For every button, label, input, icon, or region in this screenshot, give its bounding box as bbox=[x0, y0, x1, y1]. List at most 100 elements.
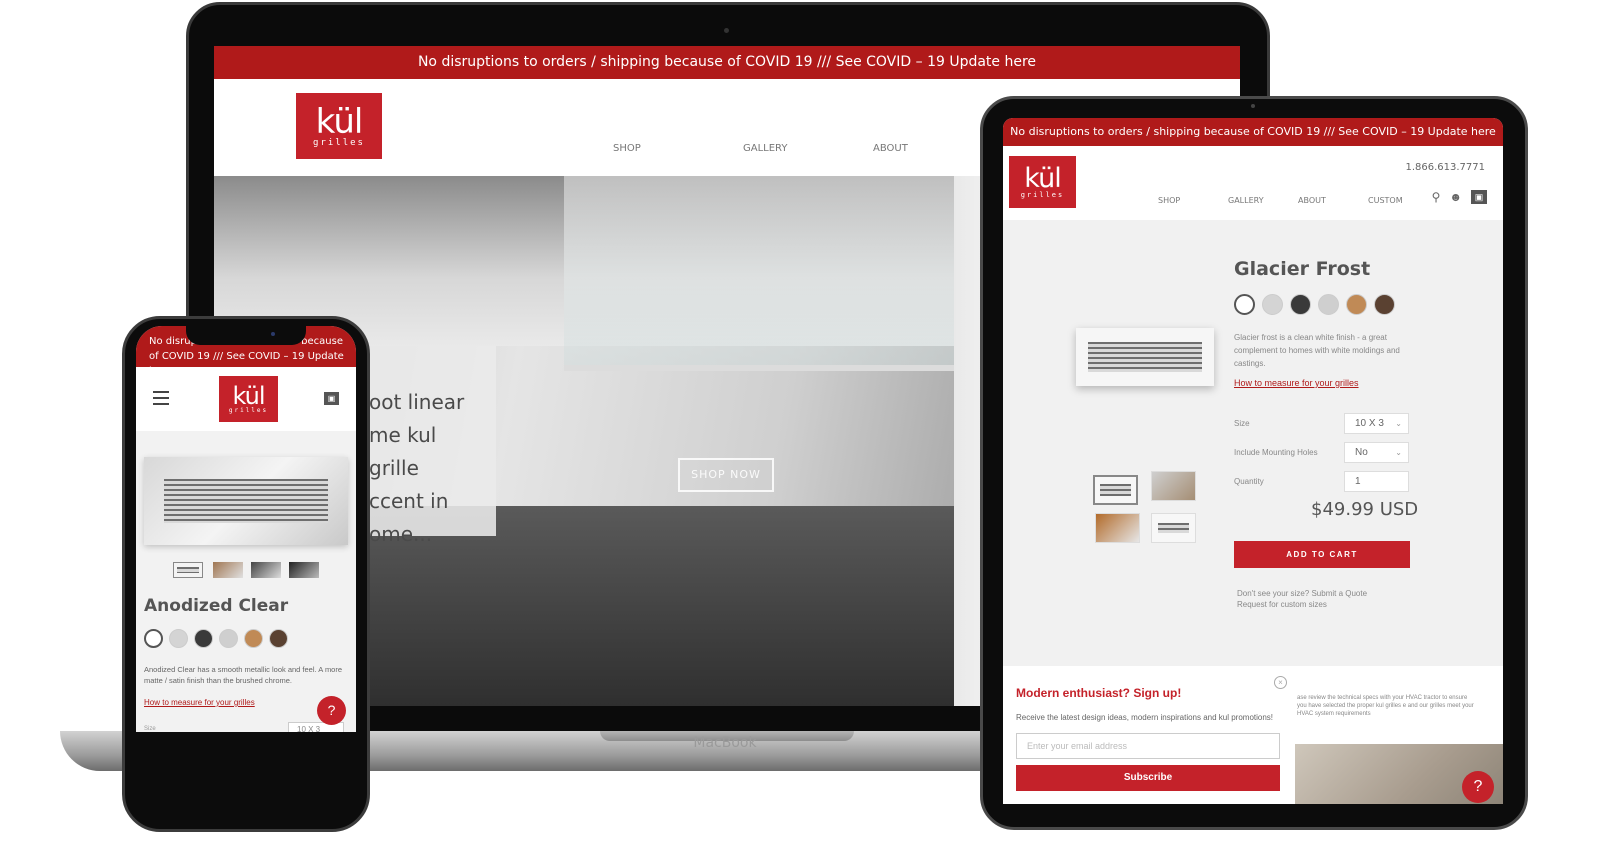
hero-glass-railing bbox=[564, 176, 964, 371]
hero-text: oot linear me kul grille ccent in ome... bbox=[369, 390, 465, 546]
logo-text: kül bbox=[1024, 163, 1061, 194]
covid-banner[interactable]: No disruptions to orders / shipping beca… bbox=[214, 46, 1240, 79]
phone-number[interactable]: 1.866.613.7771 bbox=[1405, 162, 1485, 173]
cart-icon[interactable]: ▣ bbox=[324, 392, 339, 405]
kul-logo[interactable]: kül grilles bbox=[219, 376, 278, 422]
nav-custom[interactable]: CUSTOM bbox=[1368, 196, 1438, 205]
grille-bars bbox=[1158, 523, 1189, 533]
size-label: Size bbox=[1234, 419, 1250, 428]
finish-swatches bbox=[1234, 294, 1414, 315]
finish-swatch[interactable] bbox=[144, 629, 163, 648]
banner-line-end: because bbox=[301, 336, 343, 347]
logo-text: kül bbox=[232, 382, 265, 410]
main-nav: SHOP GALLERY ABOUT CUSTOM bbox=[1158, 196, 1438, 205]
menu-bar bbox=[153, 397, 169, 399]
subscribe-button[interactable]: Subscribe bbox=[1016, 765, 1280, 791]
product-thumbnail[interactable] bbox=[1093, 475, 1138, 505]
grille-bars bbox=[164, 479, 328, 523]
product-details: Glacier Frost Glacier frost is a clean w… bbox=[1234, 258, 1414, 391]
laptop-camera bbox=[724, 28, 729, 33]
finish-swatch[interactable] bbox=[1346, 294, 1367, 315]
tablet-screen: No disruptions to orders / shipping beca… bbox=[1003, 118, 1503, 804]
size-row: Size 10 X 3 ⌄ bbox=[1234, 413, 1409, 434]
product-thumbnail[interactable] bbox=[289, 562, 319, 578]
product-thumbnail[interactable] bbox=[1151, 513, 1196, 543]
finish-swatch[interactable] bbox=[169, 629, 188, 648]
holes-value: No bbox=[1355, 447, 1368, 458]
phone-screen: No disrup because of COVID 19 /// See CO… bbox=[136, 326, 356, 732]
tablet-camera bbox=[1251, 104, 1255, 108]
product-title: Anodized Clear bbox=[144, 596, 289, 616]
holes-select[interactable]: No ⌄ bbox=[1344, 442, 1409, 463]
finish-swatches bbox=[144, 629, 288, 648]
email-input[interactable]: Enter your email address bbox=[1016, 733, 1280, 759]
hamburger-menu-icon[interactable] bbox=[153, 391, 169, 405]
help-button[interactable]: ? bbox=[317, 696, 346, 725]
size-value: 10 X 3 bbox=[1355, 418, 1384, 429]
finish-swatch[interactable] bbox=[1234, 294, 1255, 315]
product-thumbnail[interactable] bbox=[213, 562, 243, 578]
quote-request-text[interactable]: Don't see your size? Submit a Quote Requ… bbox=[1237, 588, 1397, 610]
main-nav: SHOP GALLERY ABOUT bbox=[613, 143, 1003, 154]
finish-swatch[interactable] bbox=[194, 629, 213, 648]
logo-subtext: grilles bbox=[313, 137, 365, 148]
add-to-cart-button[interactable]: ADD TO CART bbox=[1234, 541, 1410, 568]
finish-swatch[interactable] bbox=[269, 629, 288, 648]
finish-swatch[interactable] bbox=[219, 629, 238, 648]
nav-shop[interactable]: SHOP bbox=[613, 143, 743, 154]
product-description: Anodized Clear has a smooth metallic loo… bbox=[144, 665, 343, 685]
finish-swatch[interactable] bbox=[244, 629, 263, 648]
chevron-down-icon: ⌄ bbox=[1395, 419, 1402, 428]
search-icon[interactable]: ⚲ bbox=[1432, 190, 1441, 204]
quantity-row: Quantity 1 bbox=[1234, 471, 1409, 492]
product-description: Glacier frost is a clean white finish - … bbox=[1234, 333, 1400, 368]
menu-bar bbox=[153, 403, 169, 405]
shop-now-button[interactable]: SHOP NOW bbox=[678, 458, 774, 492]
site-header: kül grilles 1.866.613.7771 SHOP GALLERY … bbox=[1003, 146, 1503, 220]
product-title: Glacier Frost bbox=[1234, 258, 1371, 280]
grille-bars bbox=[1088, 342, 1202, 372]
phone-camera bbox=[271, 332, 275, 336]
measure-link[interactable]: How to measure for your grilles bbox=[1234, 378, 1359, 388]
nav-about[interactable]: ABOUT bbox=[1298, 196, 1368, 205]
kul-logo[interactable]: kül grilles bbox=[296, 93, 382, 159]
menu-bar bbox=[153, 391, 169, 393]
logo-text: kül bbox=[315, 101, 364, 142]
holes-label: Include Mounting Holes bbox=[1234, 448, 1318, 457]
popup-title: Modern enthusiast? Sign up! bbox=[1016, 686, 1182, 700]
product-price: $49.99 USD bbox=[1311, 499, 1419, 520]
finish-swatch[interactable] bbox=[1262, 294, 1283, 315]
finish-swatch[interactable] bbox=[1318, 294, 1339, 315]
cart-icon[interactable]: ▣ bbox=[1471, 190, 1487, 204]
finish-swatch[interactable] bbox=[1374, 294, 1395, 315]
phone-notch bbox=[186, 323, 306, 345]
product-thumbnail[interactable] bbox=[173, 562, 203, 578]
quantity-label: Quantity bbox=[1234, 477, 1264, 486]
nav-gallery[interactable]: GALLERY bbox=[743, 143, 873, 154]
close-icon[interactable]: × bbox=[1274, 676, 1287, 689]
quantity-input[interactable]: 1 bbox=[1344, 471, 1409, 492]
product-thumbnail[interactable] bbox=[251, 562, 281, 578]
chevron-down-icon: ⌄ bbox=[1395, 448, 1402, 457]
kul-logo[interactable]: kül grilles bbox=[1009, 156, 1076, 208]
nav-shop[interactable]: SHOP bbox=[1158, 196, 1228, 205]
size-label: Size bbox=[144, 726, 156, 732]
nav-gallery[interactable]: GALLERY bbox=[1228, 196, 1298, 205]
logo-subtext: grilles bbox=[228, 407, 269, 414]
measure-link[interactable]: How to measure for your grilles bbox=[144, 698, 255, 707]
covid-banner[interactable]: No disruptions to orders / shipping beca… bbox=[1003, 118, 1503, 146]
help-button[interactable]: ? bbox=[1462, 771, 1494, 803]
product-main-image bbox=[1076, 328, 1214, 386]
popup-description: Receive the latest design ideas, modern … bbox=[1016, 713, 1274, 722]
size-select[interactable]: 10 X 3 ⌄ bbox=[1344, 413, 1409, 434]
header-icons: ⚲ ☻ ▣ bbox=[1432, 190, 1487, 204]
logo-subtext: grilles bbox=[1020, 191, 1065, 199]
newsletter-popup: × Modern enthusiast? Sign up! Receive th… bbox=[1003, 666, 1295, 804]
user-icon[interactable]: ☻ bbox=[1449, 190, 1462, 204]
laptop-brand: MacBook bbox=[693, 735, 757, 751]
product-main-image bbox=[144, 457, 348, 545]
product-thumbnail[interactable] bbox=[1151, 471, 1196, 501]
site-header: kül grilles ▣ bbox=[136, 367, 356, 431]
product-thumbnail[interactable] bbox=[1095, 513, 1140, 543]
finish-swatch[interactable] bbox=[1290, 294, 1311, 315]
